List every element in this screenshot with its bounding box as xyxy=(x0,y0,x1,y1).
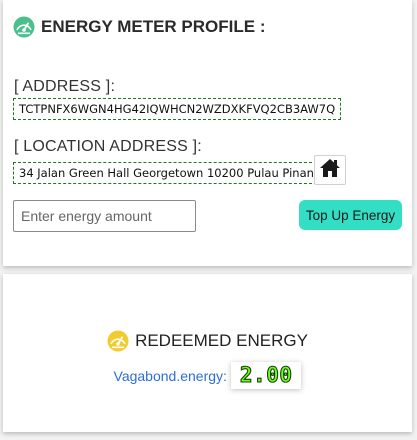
redeemed-row: Vagabond.energy: 2.00 xyxy=(3,362,412,389)
profile-title: ENERGY METER PROFILE : xyxy=(41,17,266,36)
gauge-icon xyxy=(107,330,129,352)
profile-heading: ENERGY METER PROFILE : xyxy=(13,16,266,38)
home-icon xyxy=(319,158,341,183)
location-address-label: [ LOCATION ADDRESS ]: xyxy=(14,138,202,155)
address-value: TCTPNFX6WGN4HG42IQWHCN2WZDXKFVQ2CB3AW7Q xyxy=(13,98,342,120)
home-button[interactable] xyxy=(314,155,346,185)
top-up-energy-button[interactable]: Top Up Energy xyxy=(299,200,402,230)
redeemed-title: REDEEMED ENERGY xyxy=(135,331,308,350)
energy-meter-profile-card: ENERGY METER PROFILE : [ ADDRESS ]: TCTP… xyxy=(3,0,412,266)
redeemed-heading: REDEEMED ENERGY xyxy=(3,330,412,352)
location-address-value: 34 Jalan Green Hall Georgetown 10200 Pul… xyxy=(13,162,328,184)
gauge-icon xyxy=(13,16,35,38)
redeemed-energy-card: REDEEMED ENERGY Vagabond.energy: 2.00 xyxy=(3,274,412,432)
vagabond-energy-link[interactable]: Vagabond.energy: xyxy=(114,368,227,384)
address-label: [ ADDRESS ]: xyxy=(14,78,116,95)
redeemed-energy-value: 2.00 xyxy=(230,362,302,389)
energy-amount-input[interactable] xyxy=(13,200,196,232)
